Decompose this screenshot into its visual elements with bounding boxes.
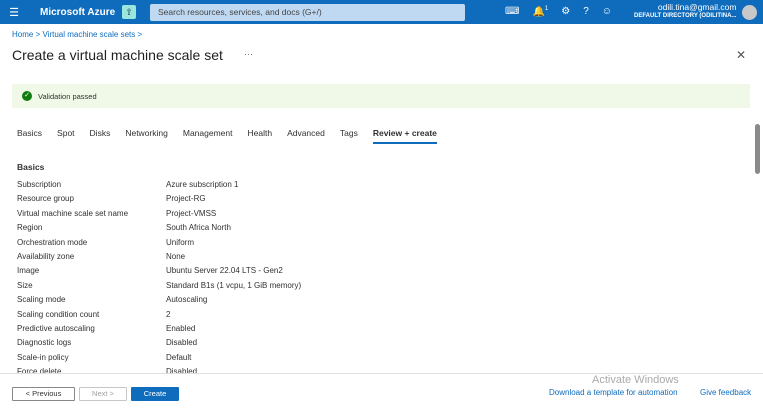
top-bar: ☰ Microsoft Azure ⇧ Search resources, se… (0, 0, 763, 24)
menu-icon[interactable]: ☰ (0, 6, 28, 19)
row-value: None (166, 251, 186, 261)
upgrade-icon[interactable]: ⇧ (122, 5, 136, 19)
tab-management[interactable]: Management (183, 128, 233, 144)
summary-row: Scaling mode Autoscaling (17, 295, 301, 309)
summary-row: Availability zone None (17, 252, 301, 266)
row-value: Default (166, 352, 192, 362)
help-icon[interactable]: ? (583, 6, 589, 17)
tab-review-create[interactable]: Review + create (372, 128, 437, 144)
notifications-icon[interactable]: 🔔1 (532, 6, 548, 17)
row-value: Autoscaling (166, 295, 208, 305)
row-label: Orchestration mode (17, 237, 88, 247)
brand[interactable]: Microsoft Azure (40, 7, 122, 18)
row-label: Diagnostic logs (17, 338, 72, 348)
row-label: Availability zone (17, 251, 75, 261)
row-label: Scaling condition count (17, 309, 100, 319)
account-directory: DEFAULT DIRECTORY (ODILITINA... (633, 13, 737, 19)
validation-banner: ✓ Validation passed (12, 84, 750, 108)
row-label: Region (17, 223, 43, 233)
tab-health[interactable]: Health (247, 128, 272, 144)
breadcrumb: Home > Virtual machine scale sets > (12, 30, 143, 39)
tab-networking[interactable]: Networking (125, 128, 168, 144)
summary-row: Image Ubuntu Server 22.04 LTS - Gen2 (17, 266, 301, 280)
row-label: Virtual machine scale set name (17, 208, 129, 218)
tab-tags[interactable]: Tags (340, 128, 358, 144)
summary-row: Scale-in policy Default (17, 353, 301, 367)
row-value: Project-RG (166, 194, 206, 204)
tab-basics[interactable]: Basics (17, 128, 42, 144)
tabs: Basics Spot Disks Networking Management Healt… (17, 128, 452, 144)
row-value: 2 (166, 309, 171, 319)
summary-row: Diagnostic logs Disabled (17, 338, 301, 352)
page-title: Create a virtual machine scale set (12, 47, 223, 63)
row-value: South Africa North (166, 223, 231, 233)
cloud-shell-icon[interactable]: ⌨ (505, 6, 519, 17)
summary-row: Virtual machine scale set name Project-VM… (17, 209, 301, 223)
summary-row: Size Standard B1s (1 vcpu, 1 GiB memory) (17, 281, 301, 295)
feedback-icon[interactable]: ☺ (602, 6, 612, 17)
row-label: Scale-in policy (17, 352, 69, 362)
next-button[interactable]: Next > (79, 387, 127, 401)
breadcrumb-home[interactable]: Home (12, 30, 33, 39)
row-value: Standard B1s (1 vcpu, 1 GiB memory) (166, 280, 302, 290)
row-value: Enabled (166, 323, 196, 333)
account-email: odili.tina@gmail.com (657, 2, 737, 12)
notification-badge: 1 (544, 6, 549, 13)
row-label: Image (17, 266, 40, 276)
settings-icon[interactable]: ⚙ (561, 6, 570, 17)
search-input[interactable]: Search resources, services, and docs (G+… (150, 3, 465, 21)
row-label: Size (17, 280, 33, 290)
give-feedback-link[interactable]: Give feedback (700, 388, 751, 397)
create-button[interactable]: Create (131, 387, 179, 401)
row-value: Uniform (166, 237, 195, 247)
summary-row: Predictive autoscaling Enabled (17, 324, 301, 338)
download-template-link[interactable]: Download a template for automation (549, 388, 678, 397)
check-icon: ✓ (22, 91, 32, 101)
row-value: Disabled (166, 338, 198, 348)
more-icon[interactable]: ··· (244, 49, 253, 59)
avatar[interactable] (742, 4, 758, 20)
validation-text: Validation passed (38, 91, 97, 101)
footer: Activate Windows < Previous Next > Creat… (0, 373, 763, 415)
row-label: Predictive autoscaling (17, 323, 95, 333)
row-label: Subscription (17, 180, 62, 189)
row-value: Azure subscription 1 (166, 180, 239, 189)
tab-spot[interactable]: Spot (57, 128, 75, 144)
summary-list: Subscription Azure subscription 1 Resource… (17, 180, 301, 381)
scrollbar[interactable] (755, 124, 760, 174)
summary-row: Resource group Project-RG (17, 194, 301, 208)
close-icon[interactable]: ✕ (736, 48, 746, 62)
summary-row: Scaling condition count 2 (17, 310, 301, 324)
tab-disks[interactable]: Disks (90, 128, 111, 144)
summary-row: Region South Africa North (17, 223, 301, 237)
row-label: Scaling mode (17, 295, 66, 305)
section-title: Basics (17, 162, 45, 172)
summary-row: Orchestration mode Uniform (17, 238, 301, 252)
row-value: Ubuntu Server 22.04 LTS - Gen2 (166, 266, 283, 276)
summary-row: Subscription Azure subscription 1 (17, 180, 301, 194)
breadcrumb-vmss[interactable]: Virtual machine scale sets (42, 30, 135, 39)
watermark: Activate Windows (592, 374, 679, 386)
tab-advanced[interactable]: Advanced (287, 128, 325, 144)
account[interactable]: odili.tina@gmail.com DEFAULT DIRECTORY (… (634, 3, 736, 21)
row-label: Resource group (17, 194, 74, 204)
previous-button[interactable]: < Previous (12, 387, 75, 401)
row-value: Project-VMSS (166, 208, 217, 218)
